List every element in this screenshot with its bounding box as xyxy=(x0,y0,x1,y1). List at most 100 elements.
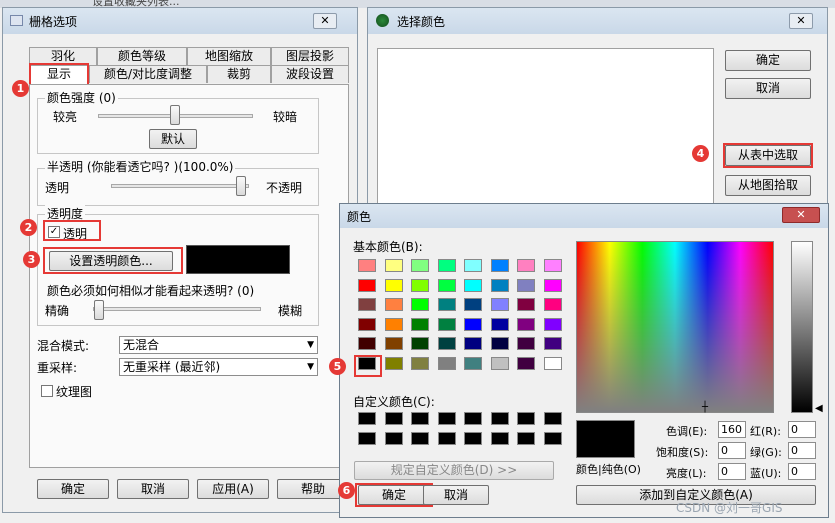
texture-checkbox[interactable] xyxy=(41,385,53,397)
basic-color-swatch[interactable] xyxy=(384,278,403,292)
basic-color-swatch[interactable] xyxy=(490,298,509,311)
custom-color-slot[interactable] xyxy=(543,412,562,425)
color-cancel-button[interactable]: 取消 xyxy=(423,485,489,505)
custom-color-slot[interactable] xyxy=(411,432,429,445)
transparent-color-swatch[interactable] xyxy=(186,245,290,274)
color-spectrum[interactable] xyxy=(576,241,774,413)
luminance-bar[interactable] xyxy=(791,241,813,413)
basic-color-swatch[interactable] xyxy=(490,356,509,370)
basic-color-swatch[interactable] xyxy=(517,337,535,350)
basic-color-swatch[interactable] xyxy=(543,278,562,292)
custom-color-slot[interactable] xyxy=(464,432,482,445)
sat-input[interactable]: 0 xyxy=(718,442,746,459)
basic-color-swatch[interactable] xyxy=(437,278,456,292)
basic-color-swatch[interactable] xyxy=(358,317,376,331)
close-icon[interactable]: ✕ xyxy=(782,207,820,223)
basic-color-swatch[interactable] xyxy=(517,259,535,272)
tab-clip[interactable]: 裁剪 xyxy=(207,65,271,83)
custom-color-slot[interactable] xyxy=(437,432,456,445)
basic-color-swatch[interactable] xyxy=(411,337,429,350)
close-icon[interactable]: ✕ xyxy=(313,13,337,29)
tab-layer-projection[interactable]: 图层投影 xyxy=(271,47,349,65)
basic-color-swatch[interactable] xyxy=(543,298,562,311)
basic-color-swatch[interactable] xyxy=(517,356,535,370)
blue-input[interactable]: 0 xyxy=(788,463,816,480)
ok-button[interactable]: 确定 xyxy=(37,479,109,499)
tab-map-zoom[interactable]: 地图缩放 xyxy=(187,47,271,65)
similarity-right-label: 模糊 xyxy=(278,304,303,318)
basic-color-swatch[interactable] xyxy=(358,278,376,292)
default-button[interactable]: 默认 xyxy=(149,129,197,149)
custom-color-slot[interactable] xyxy=(490,412,509,425)
basic-color-swatch[interactable] xyxy=(411,278,429,292)
basic-color-swatch[interactable] xyxy=(490,337,509,350)
basic-color-swatch[interactable] xyxy=(543,337,562,350)
basic-color-swatch[interactable] xyxy=(411,317,429,331)
blend-mode-select[interactable]: 无混合 ▼ xyxy=(119,336,318,354)
basic-color-swatch[interactable] xyxy=(384,298,403,311)
basic-color-swatch[interactable] xyxy=(411,259,429,272)
select-color-ok-button[interactable]: 确定 xyxy=(725,50,811,71)
basic-color-swatch[interactable] xyxy=(517,298,535,311)
custom-color-slot[interactable] xyxy=(358,432,376,445)
basic-color-swatch[interactable] xyxy=(411,298,429,311)
basic-color-swatch[interactable] xyxy=(464,278,482,292)
basic-color-swatch[interactable] xyxy=(464,317,482,331)
custom-color-slot[interactable] xyxy=(411,412,429,425)
tab-band-settings[interactable]: 波段设置 xyxy=(271,65,349,83)
cancel-button[interactable]: 取消 xyxy=(117,479,189,499)
similarity-slider-track[interactable] xyxy=(93,307,261,311)
basic-color-swatch[interactable] xyxy=(464,298,482,311)
basic-color-swatch[interactable] xyxy=(437,317,456,331)
custom-color-slot[interactable] xyxy=(517,412,535,425)
basic-color-swatch[interactable] xyxy=(490,259,509,272)
brightness-slider-thumb[interactable] xyxy=(170,105,180,125)
custom-color-slot[interactable] xyxy=(490,432,509,445)
custom-color-slot[interactable] xyxy=(358,412,376,425)
close-icon[interactable]: ✕ xyxy=(789,13,813,29)
lum-input[interactable]: 0 xyxy=(718,463,746,480)
color-table-area[interactable] xyxy=(377,48,714,218)
pick-from-map-button[interactable]: 从地图拾取 xyxy=(725,175,811,196)
custom-color-slot[interactable] xyxy=(517,432,535,445)
custom-color-slot[interactable] xyxy=(437,412,456,425)
red-input[interactable]: 0 xyxy=(788,421,816,438)
basic-color-swatch[interactable] xyxy=(358,298,376,311)
select-color-cancel-button[interactable]: 取消 xyxy=(725,78,811,99)
tab-color-levels[interactable]: 颜色等级 xyxy=(97,47,187,65)
custom-color-slot[interactable] xyxy=(543,432,562,445)
luminance-arrow-icon[interactable]: ◀ xyxy=(815,403,823,414)
resample-select[interactable]: 无重采样 (最近邻) ▼ xyxy=(119,358,318,376)
basic-color-swatch[interactable] xyxy=(384,317,403,331)
translucency-slider-track[interactable] xyxy=(111,184,249,188)
apply-button[interactable]: 应用(A) xyxy=(197,479,269,499)
translucency-slider-thumb[interactable] xyxy=(236,176,246,196)
basic-color-swatch[interactable] xyxy=(517,278,535,292)
basic-color-swatch[interactable] xyxy=(464,356,482,370)
basic-color-swatch[interactable] xyxy=(358,337,376,350)
basic-color-swatch[interactable] xyxy=(543,259,562,272)
custom-color-slot[interactable] xyxy=(464,412,482,425)
basic-color-swatch[interactable] xyxy=(437,337,456,350)
basic-color-swatch[interactable] xyxy=(437,356,456,370)
green-input[interactable]: 0 xyxy=(788,442,816,459)
hue-input[interactable]: 160 xyxy=(718,421,746,438)
basic-color-swatch[interactable] xyxy=(490,278,509,292)
basic-color-swatch[interactable] xyxy=(384,337,403,350)
custom-color-slot[interactable] xyxy=(384,432,403,445)
basic-color-swatch[interactable] xyxy=(490,317,509,331)
basic-color-swatch[interactable] xyxy=(358,259,376,272)
basic-color-swatch[interactable] xyxy=(464,337,482,350)
basic-color-swatch[interactable] xyxy=(543,356,562,370)
basic-color-swatch[interactable] xyxy=(437,259,456,272)
basic-color-swatch[interactable] xyxy=(384,259,403,272)
basic-color-swatch[interactable] xyxy=(464,259,482,272)
basic-color-swatch[interactable] xyxy=(517,317,535,331)
basic-color-swatch[interactable] xyxy=(411,356,429,370)
tab-color-contrast[interactable]: 颜色/对比度调整 xyxy=(89,65,207,83)
basic-color-swatch[interactable] xyxy=(543,317,562,331)
basic-color-swatch[interactable] xyxy=(384,356,403,370)
custom-color-slot[interactable] xyxy=(384,412,403,425)
basic-color-swatch[interactable] xyxy=(437,298,456,311)
similarity-slider-thumb[interactable] xyxy=(94,300,104,320)
